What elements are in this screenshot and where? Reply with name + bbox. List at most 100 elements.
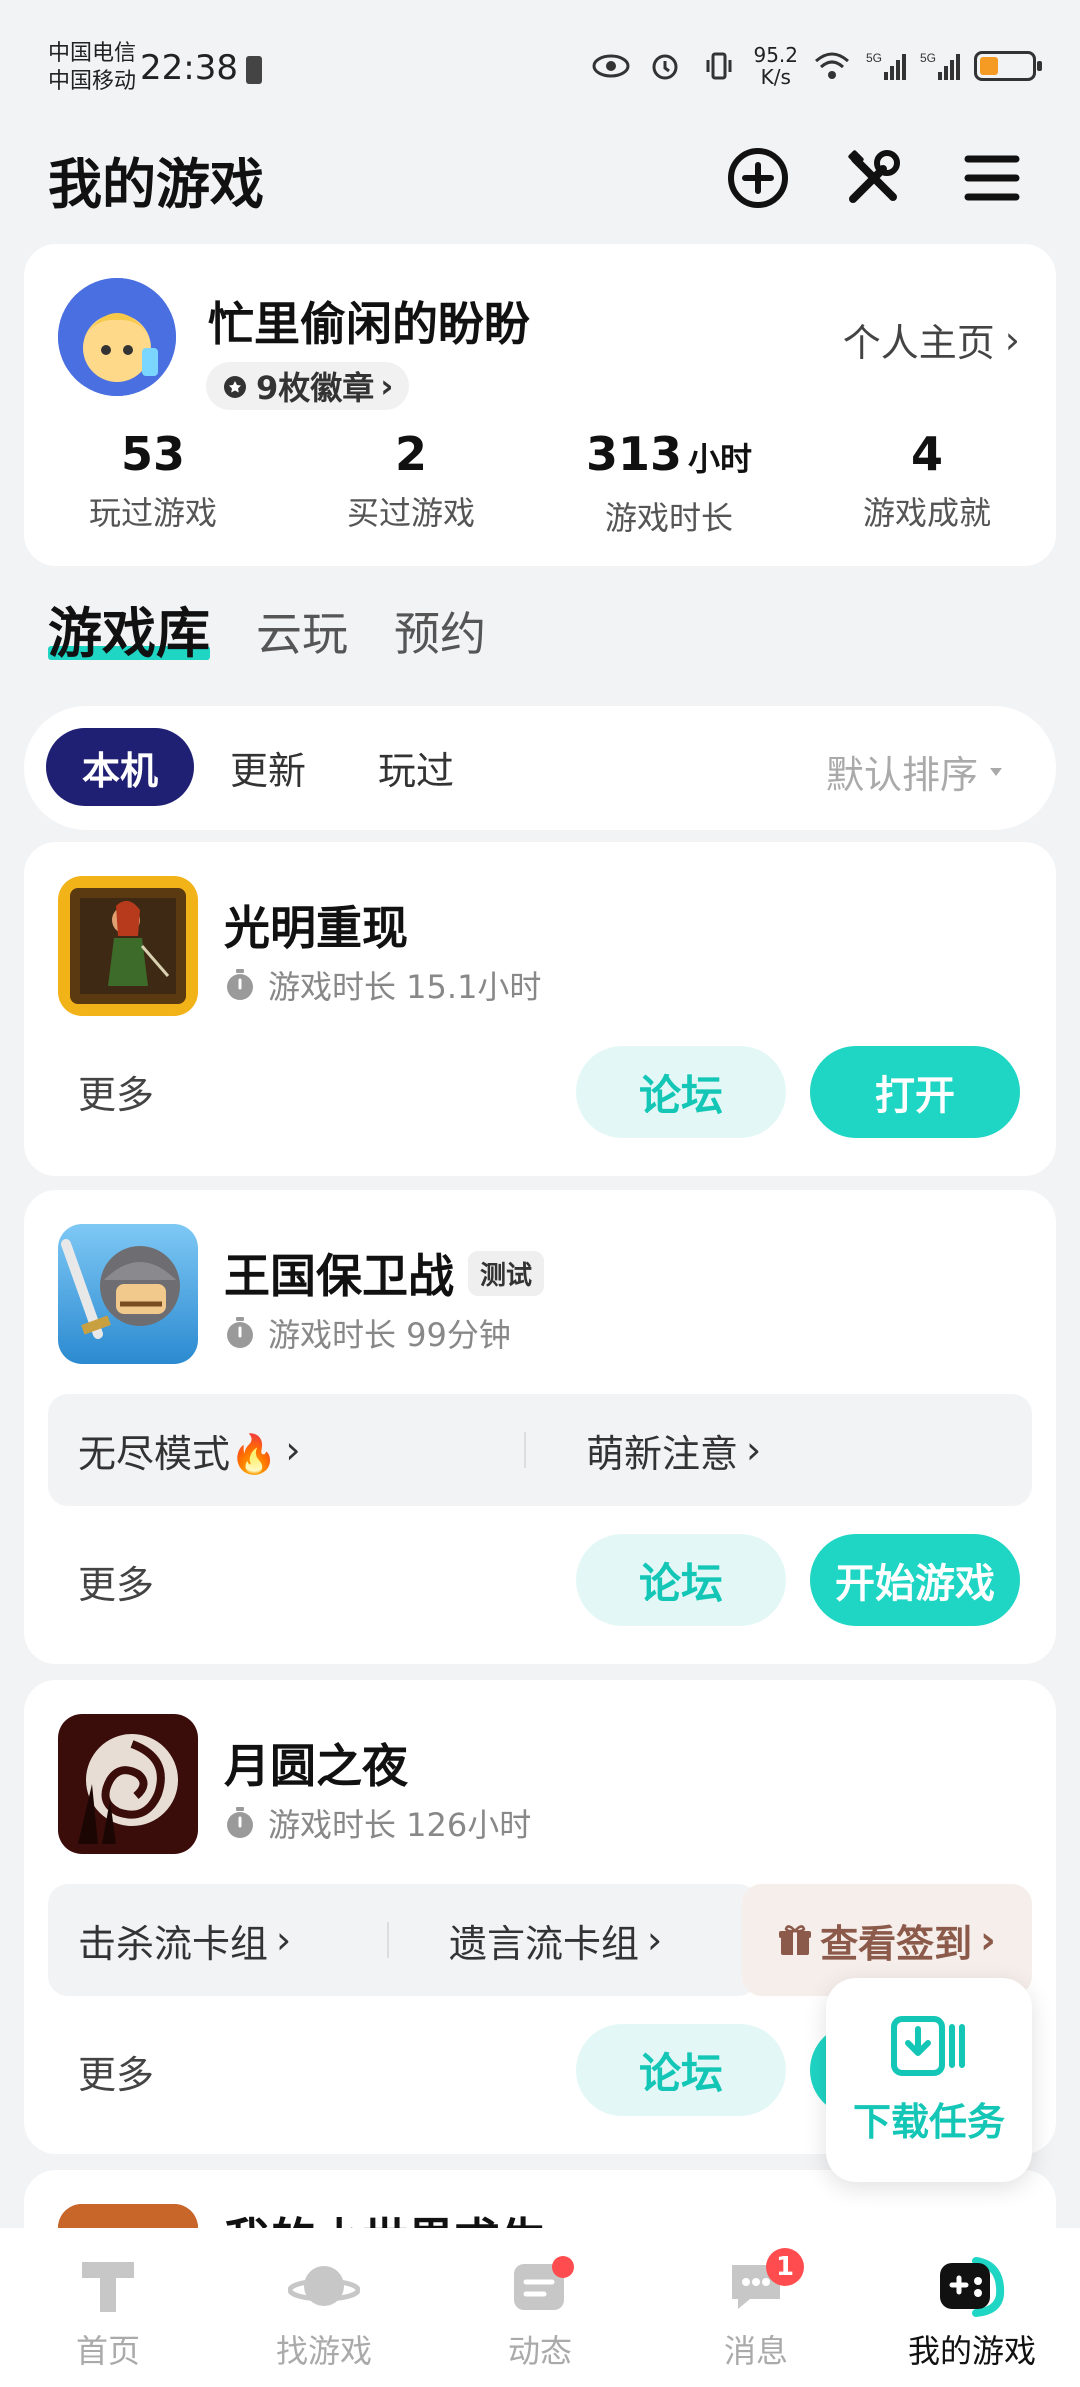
game-card[interactable]: 王国保卫战 测试 游戏时长 99分钟 无尽模式🔥 › 萌新注意 › 更多 论坛 … <box>24 1190 1056 1664</box>
download-tasks-button[interactable]: 下载任务 <box>826 1978 1032 2182</box>
badges-button[interactable]: 9枚徽章 › <box>206 362 410 410</box>
open-button[interactable]: 打开 <box>810 1046 1020 1138</box>
game-icon[interactable] <box>58 1224 198 1364</box>
clock: 22:38 <box>140 48 238 88</box>
nav-discover[interactable]: 找游戏 <box>216 2228 432 2387</box>
filter-updates[interactable]: 更新 <box>194 728 342 806</box>
wifi-icon <box>812 48 852 84</box>
signal-icon-1: 5G <box>866 48 906 84</box>
game-icon[interactable] <box>58 876 198 1016</box>
carrier-2: 中国移动 <box>48 69 137 94</box>
profile-stats: 53 玩过游戏 2 买过游戏 313 小时 游戏时长 4 游戏成就 <box>24 424 1056 539</box>
game-title-text: 月圆之夜 <box>224 1739 408 1793</box>
checkin-label: 查看签到 <box>820 1921 973 1966</box>
forum-button[interactable]: 论坛 <box>576 1534 786 1626</box>
quick-link-endless[interactable]: 无尽模式🔥 › <box>48 1423 524 1478</box>
stat-played[interactable]: 53 玩过游戏 <box>24 424 282 539</box>
nav-label: 我的游戏 <box>907 2332 1036 2370</box>
chevron-right-icon: › <box>380 367 394 405</box>
stat-label: 买过游戏 <box>346 494 475 532</box>
stat-playtime[interactable]: 313 小时 游戏时长 <box>540 424 798 539</box>
nav-label: 首页 <box>75 2332 140 2370</box>
signal-2-label: 5G <box>920 51 936 65</box>
stat-bought[interactable]: 2 买过游戏 <box>282 424 540 539</box>
quick-link-kill-deck[interactable]: 击杀流卡组 › <box>48 1913 387 1968</box>
forum-button[interactable]: 论坛 <box>576 1046 786 1138</box>
tools-button[interactable] <box>838 142 910 214</box>
start-game-button[interactable]: 开始游戏 <box>810 1534 1020 1626</box>
more-button[interactable]: 更多 <box>78 2044 154 2099</box>
game-icon[interactable] <box>58 1714 198 1854</box>
filter-tabs: 本机 更新 玩过 <box>46 728 490 806</box>
playtime: 游戏时长 99分钟 <box>224 1310 511 1356</box>
battery-icon <box>974 51 1042 81</box>
chevron-right-icon: › <box>647 1918 663 1962</box>
stat-achievements[interactable]: 4 游戏成就 <box>798 424 1056 539</box>
battery-saver-icon <box>246 56 262 84</box>
game-title: 月圆之夜 <box>224 1730 408 1796</box>
more-button[interactable]: 更多 <box>78 1554 154 1609</box>
battery-level <box>980 57 998 75</box>
stat-label: 游戏成就 <box>862 494 991 532</box>
download-icon <box>891 2015 965 2076</box>
playtime-text: 游戏时长 126小时 <box>268 1806 532 1844</box>
status-icons: 95.2 K/s 5G 5G <box>591 44 1042 88</box>
tab-library[interactable]: 游戏库 <box>48 596 210 672</box>
nav-label: 找游戏 <box>275 2332 372 2370</box>
header: 我的游戏 <box>0 120 1080 240</box>
chevron-right-icon: › <box>276 1918 292 1962</box>
quick-link-label: 无尽模式🔥 <box>78 1431 278 1476</box>
profile-card: 忙里偷闲的盼盼 9枚徽章 › 个人主页 › 53 玩过游戏 2 买过游戏 313… <box>24 244 1056 566</box>
add-button[interactable] <box>722 142 794 214</box>
chevron-right-icon: › <box>1004 317 1020 362</box>
filter-local[interactable]: 本机 <box>46 728 195 806</box>
sort-select[interactable]: 默认排序 <box>826 744 1004 799</box>
game-title: 王国保卫战 测试 <box>224 1240 545 1306</box>
badges-label: 9枚徽章 <box>256 369 375 407</box>
planet-icon <box>288 2254 360 2318</box>
message-count-badge: 1 <box>766 2248 804 2286</box>
avatar[interactable] <box>58 278 176 396</box>
more-button[interactable]: 更多 <box>78 1064 154 1119</box>
chat-icon: 1 <box>720 2248 804 2318</box>
gamepad-icon <box>936 2254 1008 2318</box>
quick-link-label: 萌新注意 <box>586 1431 739 1476</box>
add-circle-icon <box>728 148 788 208</box>
medal-icon <box>224 376 246 398</box>
status-bar: 中国电信 中国移动 22:38 95.2 K/s 5G 5G <box>0 0 1080 120</box>
tab-cloud[interactable]: 云玩 <box>256 596 348 672</box>
eye-icon <box>591 48 631 84</box>
chevron-right-icon: › <box>746 1428 762 1472</box>
menu-button[interactable] <box>956 142 1028 214</box>
stat-value: 313 <box>585 427 682 481</box>
quick-link-legacy-deck[interactable]: 遗言流卡组 › <box>389 1913 758 1968</box>
quick-link-newbie[interactable]: 萌新注意 › <box>526 1423 1032 1478</box>
vibrate-icon <box>699 48 739 84</box>
filter-played[interactable]: 玩过 <box>342 728 490 806</box>
playtime: 游戏时长 126小时 <box>224 1800 531 1846</box>
sort-label: 默认排序 <box>825 753 978 797</box>
nav-messages[interactable]: 1 消息 <box>648 2228 864 2387</box>
stat-value: 53 <box>120 427 185 481</box>
tools-icon <box>848 150 900 203</box>
caret-down-icon <box>990 767 1002 776</box>
stat-label: 玩过游戏 <box>88 494 217 532</box>
profile-home-link[interactable]: 个人主页 › <box>843 312 1020 367</box>
game-card[interactable]: 光明重现 游戏时长 15.1小时 更多 论坛 打开 <box>24 842 1056 1176</box>
username[interactable]: 忙里偷闲的盼盼 <box>208 288 530 354</box>
home-icon <box>72 2254 144 2318</box>
feed-icon <box>504 2254 576 2318</box>
quick-links: 击杀流卡组 › 遗言流卡组 › <box>48 1884 758 1996</box>
nav-my-games[interactable]: 我的游戏 <box>864 2228 1080 2387</box>
nav-feed[interactable]: 动态 <box>432 2228 648 2387</box>
game-title-text: 光明重现 <box>224 901 408 955</box>
page-title: 我的游戏 <box>48 153 264 216</box>
tab-reserve[interactable]: 预约 <box>394 596 486 672</box>
nav-home[interactable]: 首页 <box>0 2228 216 2387</box>
carrier-info: 中国电信 中国移动 <box>48 40 136 96</box>
playtime: 游戏时长 15.1小时 <box>224 962 541 1008</box>
quick-links: 无尽模式🔥 › 萌新注意 › <box>48 1394 1032 1506</box>
gift-icon <box>779 1925 812 1955</box>
forum-button[interactable]: 论坛 <box>576 2024 786 2116</box>
filter-bar: 本机 更新 玩过 默认排序 <box>24 706 1056 830</box>
